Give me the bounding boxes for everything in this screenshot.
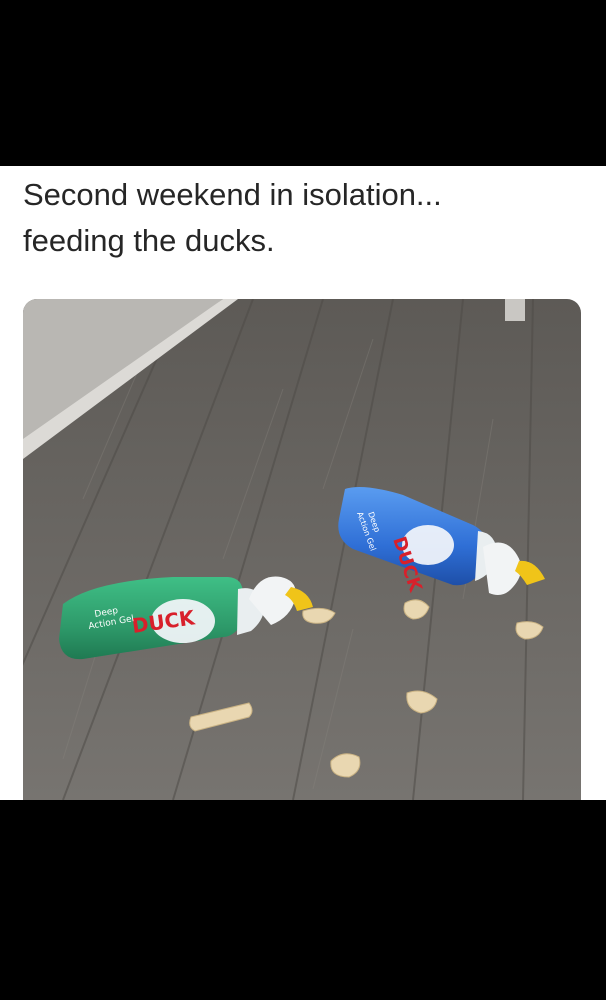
- photo-illustration: DUCK Deep Action Gel DUCK Deep Action Ge…: [23, 299, 581, 800]
- photo: DUCK Deep Action Gel DUCK Deep Action Ge…: [23, 299, 581, 800]
- caption-line-2: feeding the ducks.: [23, 223, 275, 258]
- caption-line-1: Second weekend in isolation...: [23, 177, 442, 212]
- bread-piece: [330, 753, 361, 778]
- furniture-leg: [505, 299, 525, 321]
- caption: Second weekend in isolation... feeding t…: [23, 172, 583, 264]
- meme-panel: Second weekend in isolation... feeding t…: [0, 166, 606, 800]
